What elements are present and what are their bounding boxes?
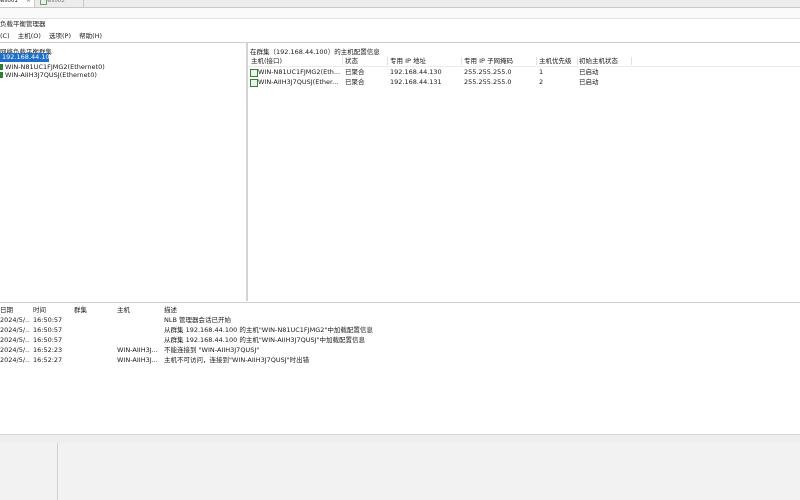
log-row[interactable]: 2024/5/... 16:50:57 NLB 管理器会话已开始: [0, 315, 800, 325]
cluster-tree[interactable]: 网络负载平衡群集 192.168.44.100 WIN-N81UC1FJMG2(…: [0, 43, 246, 301]
grid-header: 主机(接口) 状态 专用 IP 地址 专用 IP 子网掩码 主机优先级 初始主机…: [248, 56, 800, 67]
log-date: 2024/5/...: [0, 346, 30, 354]
host-initial-state: 已启动: [579, 78, 599, 86]
log-description: NLB 管理器会话已开始: [164, 316, 232, 324]
tab-label: ws002: [47, 0, 65, 4]
tree-host-label: WIN-AIIH3J7QUSJ(Ethernet0): [5, 71, 97, 79]
log-row[interactable]: 2024/5/... 16:52:23 WIN-AIIH3J... 不能连接到 …: [0, 345, 800, 355]
host-icon: [250, 69, 258, 77]
log-row[interactable]: 2024/5/... 16:50:57 从群集 192.168.44.100 的…: [0, 325, 800, 335]
log-time: 16:52:27: [33, 356, 63, 364]
log-description: 从群集 192.168.44.100 的主机"WIN-AIIH3J7QUSJ"中…: [164, 336, 365, 344]
divider: [57, 443, 58, 500]
computer-icon: [40, 0, 47, 5]
tree-cluster-node[interactable]: 192.168.44.100: [0, 53, 54, 62]
host-status-icon: [0, 72, 3, 78]
host-icon: [250, 79, 258, 87]
menu-help[interactable]: 帮助(H): [79, 32, 102, 41]
log-date: 2024/5/...: [0, 356, 30, 364]
column-header[interactable]: 主机优先级: [539, 56, 577, 66]
host-subnet: 255.255.255.0: [464, 68, 512, 76]
tree-host-label: WIN-N81UC1FJMG2(Ethernet0): [5, 63, 105, 71]
column-header[interactable]: 状态: [345, 56, 385, 66]
log-column-header[interactable]: 群集: [74, 305, 112, 315]
log-description: 不能连接到 "WIN-AIIH3J7QUSJ": [164, 346, 260, 354]
toolbar-strip: [0, 8, 800, 19]
log-date: 2024/5/...: [0, 326, 30, 334]
log-date: 2024/5/...: [0, 316, 30, 324]
log-row[interactable]: 2024/5/... 16:52:27 WIN-AIIH3J... 主机不可访问…: [0, 355, 800, 365]
log-time: 16:50:57: [33, 326, 63, 334]
log-host: WIN-AIIH3J...: [117, 356, 158, 364]
host-name: WIN-N81UC1FJMG2(Eth...: [258, 68, 341, 76]
log-header: 日期 时间 群集 主机 描述: [0, 305, 800, 315]
host-initial-state: 已启动: [579, 68, 599, 76]
host-priority: 1: [539, 68, 544, 76]
menu-bar: (C) 主机(O) 选项(P) 帮助(H): [0, 32, 108, 41]
log-time: 16:52:23: [33, 346, 63, 354]
host-state: 已聚合: [345, 78, 365, 86]
window-title: 负载平衡管理器: [0, 20, 46, 28]
column-divider: [342, 57, 343, 65]
log-description: 主机不可访问，连接到"WIN-AIIH3J7QUSJ"时出错: [164, 356, 310, 364]
column-header[interactable]: 专用 IP 地址: [390, 56, 460, 66]
log-column-header[interactable]: 描述: [164, 305, 464, 315]
column-header[interactable]: 专用 IP 子网掩码: [464, 56, 534, 66]
log-row[interactable]: 2024/5/... 16:50:57 从群集 192.168.44.100 的…: [0, 335, 800, 345]
log-date: 2024/5/...: [0, 336, 30, 344]
host-ip: 192.168.44.130: [390, 68, 442, 76]
host-ip: 192.168.44.131: [390, 78, 442, 86]
host-state: 已聚合: [345, 68, 365, 76]
tab-strip: ws001 × ws002: [0, 0, 800, 8]
log-host: WIN-AIIH3J...: [117, 346, 158, 354]
host-subnet: 255.255.255.0: [464, 78, 512, 86]
tab-ws002[interactable]: ws002: [37, 0, 84, 7]
menu-options[interactable]: 选项(P): [49, 32, 71, 41]
log-panel: 日期 时间 群集 主机 描述 2024/5/... 16:50:57 NLB 管…: [0, 302, 800, 435]
column-divider: [461, 57, 462, 65]
column-divider: [536, 57, 537, 65]
taskbar-area: [0, 443, 800, 500]
log-column-header[interactable]: 主机: [117, 305, 161, 315]
tree-host-node[interactable]: WIN-N81UC1FJMG2(Ethernet0): [0, 63, 105, 71]
log-description: 从群集 192.168.44.100 的主机"WIN-N81UC1FJMG2"中…: [164, 326, 373, 334]
column-divider: [577, 57, 578, 65]
panel-title: 在群集（192.168.44.100）的主机配置信息: [250, 48, 380, 56]
menu-host[interactable]: 主机(O): [18, 32, 41, 41]
log-column-header[interactable]: 时间: [33, 305, 71, 315]
close-icon[interactable]: ×: [26, 0, 31, 4]
log-time: 16:50:57: [33, 336, 63, 344]
column-divider: [387, 57, 388, 65]
table-row[interactable]: WIN-N81UC1FJMG2(Eth... 已聚合 192.168.44.13…: [248, 67, 800, 77]
tree-host-node[interactable]: WIN-AIIH3J7QUSJ(Ethernet0): [0, 71, 97, 79]
log-time: 16:50:57: [33, 316, 63, 324]
host-status-icon: [0, 64, 3, 70]
table-row[interactable]: WIN-AIIH3J7QUSJ(Ether... 已聚合 192.168.44.…: [248, 77, 800, 87]
host-name: WIN-AIIH3J7QUSJ(Ether...: [258, 78, 339, 86]
menu-cluster[interactable]: (C): [0, 32, 10, 41]
tab-ws001[interactable]: ws001 ×: [0, 0, 35, 7]
host-priority: 2: [539, 78, 544, 86]
column-header[interactable]: 主机(接口): [251, 56, 341, 66]
column-divider: [631, 57, 632, 65]
log-column-header[interactable]: 日期: [0, 305, 30, 315]
host-config-panel: 在群集（192.168.44.100）的主机配置信息 主机(接口) 状态 专用 …: [248, 43, 800, 301]
column-header[interactable]: 初始主机状态: [579, 56, 629, 66]
tab-label: ws001: [0, 0, 18, 4]
